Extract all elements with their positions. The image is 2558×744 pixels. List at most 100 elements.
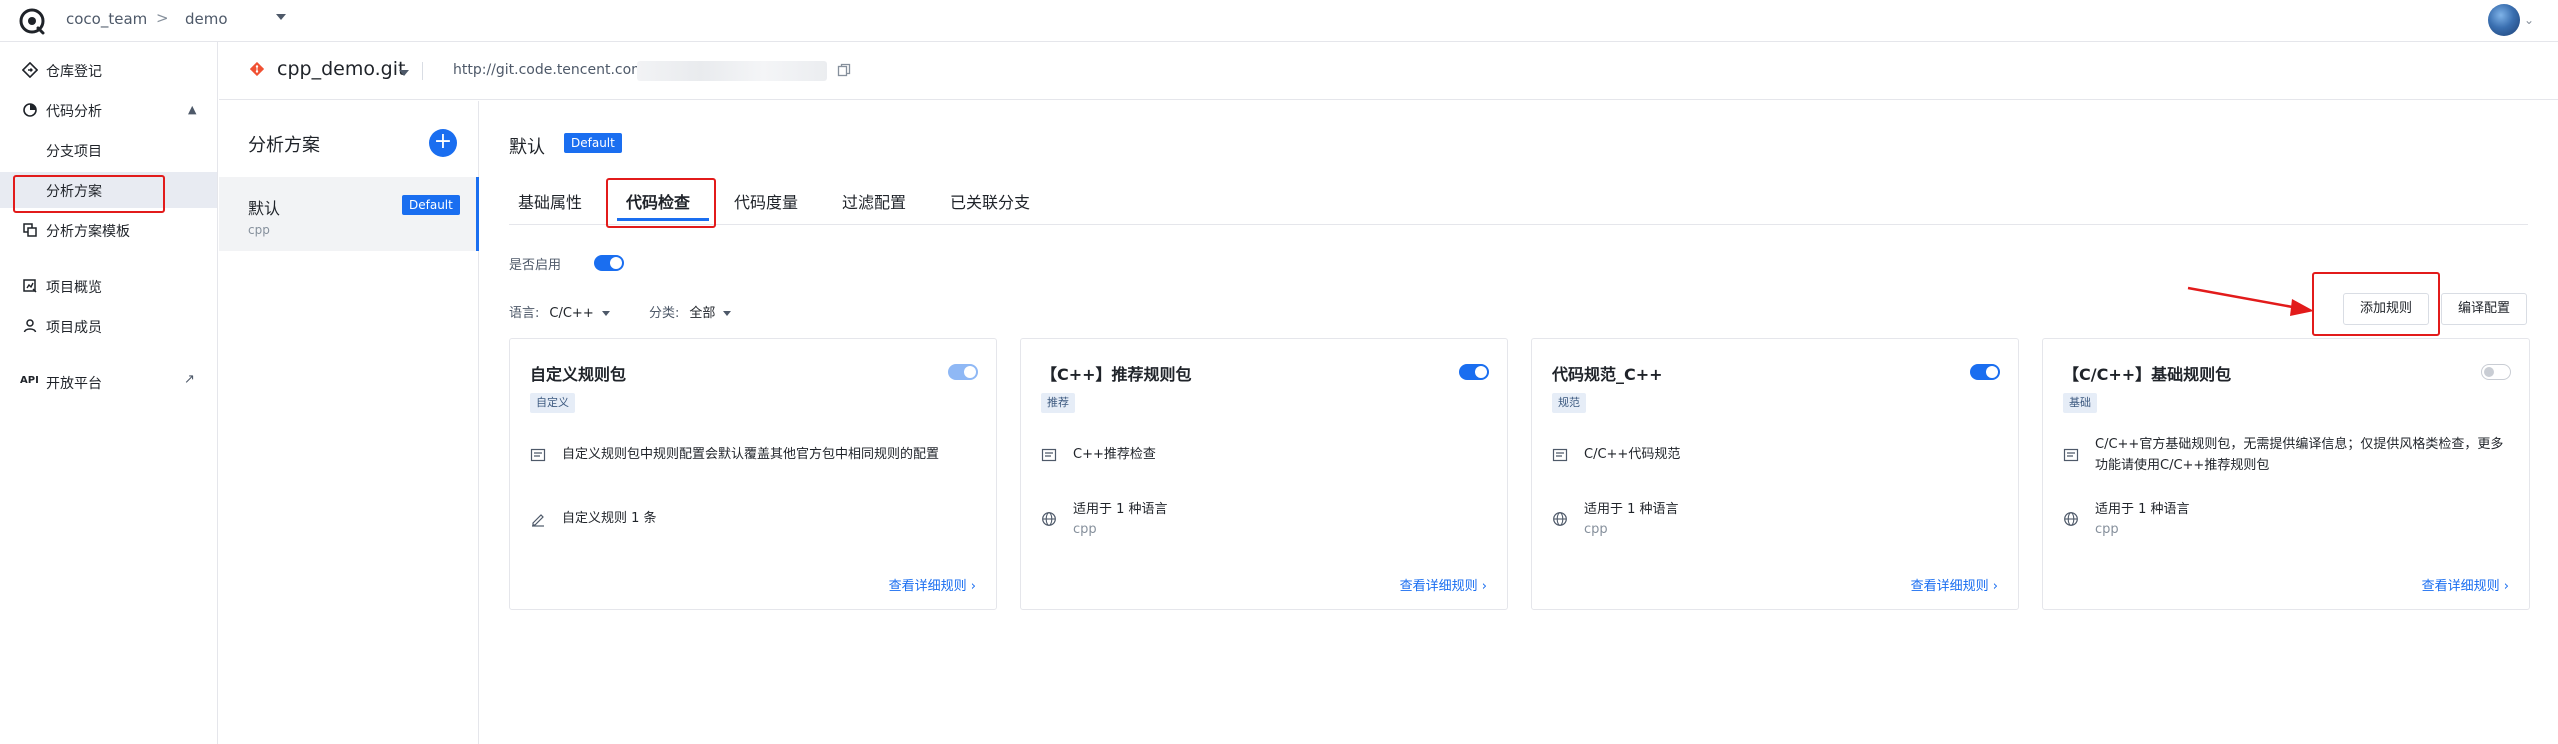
category-filter-label: 分类: xyxy=(649,306,680,321)
card-language-count: 适用于 1 种语言 xyxy=(2095,502,2190,517)
document-icon xyxy=(530,448,546,462)
sidebar-item-label: 项目概览 xyxy=(46,280,102,296)
card-title: 【C/C++】基础规则包 xyxy=(2063,365,2232,384)
sidebar-item-project-members[interactable]: 项目成员 xyxy=(0,308,217,344)
card-enable-toggle[interactable] xyxy=(2481,364,2511,380)
diamond-arrow-icon xyxy=(22,62,38,78)
tab-code-metrics[interactable]: 代码度量 xyxy=(734,189,798,213)
view-rules-link[interactable]: 查看详细规则 › xyxy=(889,575,976,594)
scheme-name: 默认 xyxy=(248,199,281,218)
copy-icon[interactable] xyxy=(837,63,851,77)
scheme-language: cpp xyxy=(248,223,270,237)
annotation-arrow-icon xyxy=(2187,286,2314,316)
caret-down-icon xyxy=(601,311,610,316)
card-language-name: cpp xyxy=(1073,522,1097,537)
highlight-box-sidebar xyxy=(13,175,165,213)
card-description: C/C++官方基础规则包，无需提供编译信息；仅提供风格类检查，更多功能请使用C/… xyxy=(2095,437,2504,473)
page-title: 默认 xyxy=(509,137,545,158)
redacted-url-part xyxy=(637,61,827,81)
external-link-icon: ↗ xyxy=(184,372,195,387)
rule-package-card: 【C++】推荐规则包 推荐 C++推荐检查 适用于 1 种语言 cpp 查看详细… xyxy=(1020,338,1508,610)
repo-dropdown-icon[interactable] xyxy=(399,70,409,76)
compile-config-button[interactable]: 编译配置 xyxy=(2441,293,2527,325)
card-language-name: cpp xyxy=(1584,522,1608,537)
rule-package-card: 代码规范_C++ 规范 C/C++代码规范 适用于 1 种语言 cpp 查看详细… xyxy=(1531,338,2019,610)
sidebar-item-label: 开放平台 xyxy=(46,376,102,392)
scheme-list-panel: 分析方案 + 默认 Default cpp xyxy=(219,101,479,744)
repo-name[interactable]: cpp_demo.git xyxy=(277,58,405,80)
user-avatar[interactable] xyxy=(2488,4,2520,36)
view-rules-link[interactable]: 查看详细规则 › xyxy=(1400,575,1487,594)
card-title: 自定义规则包 xyxy=(530,365,627,384)
highlight-box-add-rule xyxy=(2312,272,2440,336)
globe-icon xyxy=(2064,512,2078,526)
sidebar-item-scheme-template[interactable]: 分析方案模板 xyxy=(0,212,217,248)
default-badge: Default xyxy=(402,195,460,215)
sidebar-item-label: 项目成员 xyxy=(46,320,102,336)
view-rules-link[interactable]: 查看详细规则 › xyxy=(2422,575,2509,594)
card-rule-count: 自定义规则 1 条 xyxy=(562,511,657,526)
sidebar-item-code-analysis[interactable]: 代码分析 ▲ xyxy=(0,92,217,128)
card-tag: 推荐 xyxy=(1041,393,1075,413)
edit-icon xyxy=(532,514,544,527)
view-rules-link[interactable]: 查看详细规则 › xyxy=(1911,575,1998,594)
api-badge: API xyxy=(20,375,39,386)
card-enable-toggle[interactable] xyxy=(948,364,978,380)
view-rules-link-label: 查看详细规则 xyxy=(1399,579,1478,594)
enable-toggle[interactable] xyxy=(594,255,624,271)
card-tag: 自定义 xyxy=(530,393,575,413)
breadcrumb-team[interactable]: coco_team xyxy=(66,10,147,28)
document-icon xyxy=(2063,448,2079,462)
document-icon xyxy=(1552,448,1568,462)
copy-template-icon xyxy=(23,223,37,237)
enable-label: 是否启用 xyxy=(509,258,562,273)
language-filter[interactable]: 语言: C/C++ xyxy=(509,302,610,321)
tab-basic-properties[interactable]: 基础属性 xyxy=(518,189,582,213)
card-title: 【C++】推荐规则包 xyxy=(1041,365,1192,384)
top-bar: coco_team > demo ⌄ xyxy=(0,0,2558,42)
add-scheme-button[interactable]: + xyxy=(429,129,457,157)
caret-down-icon xyxy=(723,311,732,316)
rule-package-card: 自定义规则包 自定义 自定义规则包中规则配置会默认覆盖其他官方包中相同规则的配置… xyxy=(509,338,997,610)
card-language-count: 适用于 1 种语言 xyxy=(1584,502,1679,517)
card-enable-toggle[interactable] xyxy=(1459,364,1489,380)
sidebar-item-open-platform[interactable]: API 开放平台 ↗ xyxy=(0,364,217,400)
git-icon xyxy=(250,62,264,76)
globe-icon xyxy=(1553,512,1567,526)
language-filter-value: C/C++ xyxy=(549,306,594,321)
project-dropdown-icon[interactable] xyxy=(276,14,286,20)
overview-icon xyxy=(23,279,37,293)
card-tag: 基础 xyxy=(2063,393,2097,413)
document-icon xyxy=(1041,448,1057,462)
card-language-name: cpp xyxy=(2095,522,2119,537)
repo-url[interactable]: http://git.code.tencent.com xyxy=(453,62,645,78)
scheme-list-item[interactable]: 默认 Default cpp xyxy=(219,177,479,251)
category-filter[interactable]: 分类: 全部 xyxy=(649,302,732,321)
sidebar-item-project-overview[interactable]: 项目概览 xyxy=(0,268,217,304)
view-rules-link-label: 查看详细规则 xyxy=(1910,579,1989,594)
default-badge: Default xyxy=(564,133,622,153)
card-description: C++推荐检查 xyxy=(1073,447,1156,462)
card-description: 自定义规则包中规则配置会默认覆盖其他官方包中相同规则的配置 xyxy=(562,447,940,462)
sidebar-item-label: 仓库登记 xyxy=(46,64,102,80)
card-description: C/C++代码规范 xyxy=(1584,447,1681,462)
view-rules-link-label: 查看详细规则 xyxy=(888,579,967,594)
highlight-box-tab xyxy=(606,178,716,228)
breadcrumb-project[interactable]: demo xyxy=(185,10,228,28)
globe-icon xyxy=(1042,512,1056,526)
tab-filter-config[interactable]: 过滤配置 xyxy=(842,189,906,213)
card-enable-toggle[interactable] xyxy=(1970,364,2000,380)
tab-linked-branches[interactable]: 已关联分支 xyxy=(950,189,1030,213)
breadcrumb-separator: > xyxy=(156,9,169,27)
chevron-down-icon[interactable]: ⌄ xyxy=(2524,13,2534,27)
sidebar: 仓库登记 代码分析 ▲ 分支项目 分析方案 分析方案模板 项目概览 项目成员 A… xyxy=(0,42,218,744)
chevron-up-icon[interactable]: ▲ xyxy=(188,103,196,116)
card-language-count: 适用于 1 种语言 xyxy=(1073,502,1168,517)
sidebar-item-branch-projects[interactable]: 分支项目 xyxy=(0,132,217,168)
sidebar-item-repo-register[interactable]: 仓库登记 xyxy=(0,52,217,88)
sidebar-item-label: 分析方案模板 xyxy=(46,224,130,240)
language-filter-label: 语言: xyxy=(509,306,540,321)
category-filter-value: 全部 xyxy=(689,306,716,321)
repo-header: cpp_demo.git http://git.code.tencent.com xyxy=(219,42,2558,100)
app-logo-icon[interactable] xyxy=(18,7,46,35)
